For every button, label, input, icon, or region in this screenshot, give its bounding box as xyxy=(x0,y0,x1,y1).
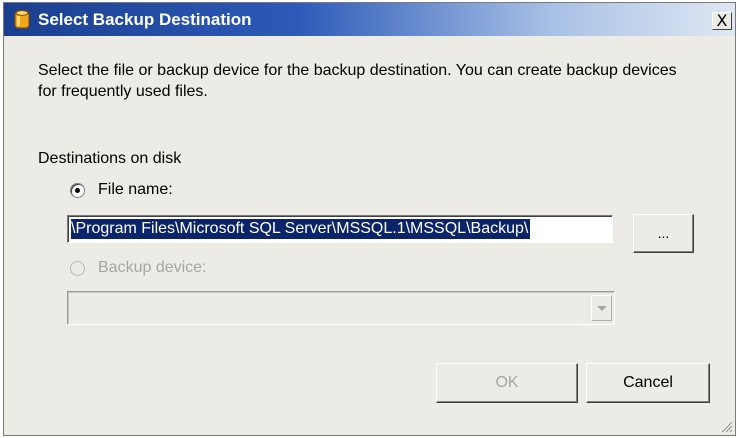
select-backup-destination-dialog: Select Backup Destination X Select the f… xyxy=(3,2,736,436)
file-name-label[interactable]: File name: xyxy=(98,181,173,199)
file-name-radio[interactable] xyxy=(70,183,85,198)
title-bar[interactable]: Select Backup Destination X xyxy=(4,3,735,36)
backup-device-select[interactable] xyxy=(67,291,615,325)
dialog-title: Select Backup Destination xyxy=(38,10,252,29)
close-button[interactable]: X xyxy=(712,12,732,30)
backup-device-radio[interactable] xyxy=(70,261,85,276)
backup-device-label[interactable]: Backup device: xyxy=(98,259,207,277)
ok-button[interactable]: OK xyxy=(436,363,578,403)
destinations-group-label: Destinations on disk xyxy=(38,150,182,167)
cancel-button[interactable]: Cancel xyxy=(586,363,710,403)
dropdown-arrow-icon[interactable] xyxy=(591,295,612,321)
resize-grip-icon[interactable] xyxy=(719,419,733,433)
browse-button[interactable]: ... xyxy=(633,214,694,253)
instructions-text: Select the file or backup device for the… xyxy=(38,62,677,100)
file-path-input[interactable]: \Program Files\Microsoft SQL Server\MSSQ… xyxy=(67,215,613,243)
file-path-value: \Program Files\Microsoft SQL Server\MSSQ… xyxy=(71,219,531,239)
backup-database-icon xyxy=(14,10,30,29)
